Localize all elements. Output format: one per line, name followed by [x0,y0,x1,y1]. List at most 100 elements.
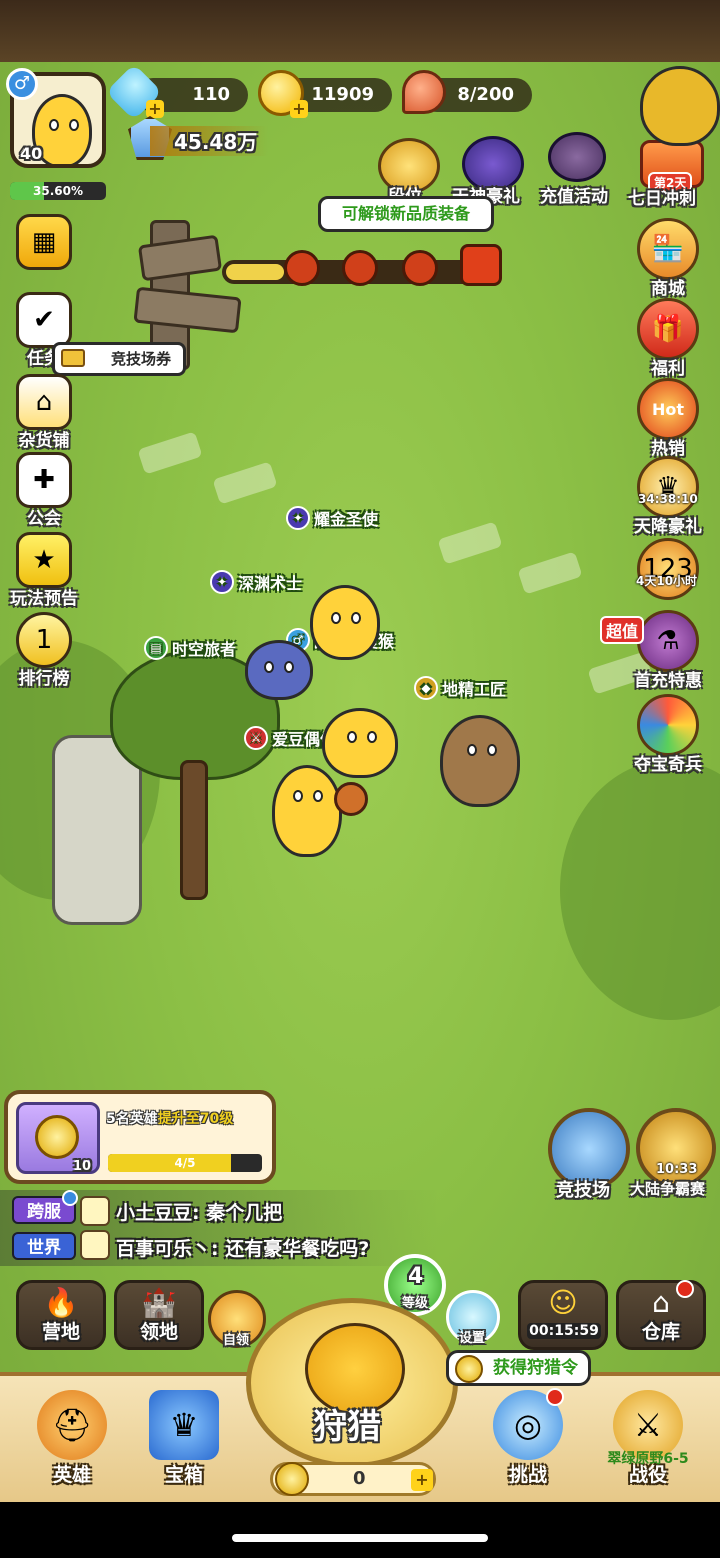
hero-label: ▤ 时空旅者 [144,636,236,660]
stamina-value: 8/200 [457,84,514,105]
hero-character[interactable] [272,765,342,857]
right-menu-sky-gift[interactable]: ♛ 34:38:10 天降豪礼 [620,456,716,537]
quest-text-prefix: 5名英雄 [106,1111,158,1127]
hunt-ticket-counter: 0 + [270,1462,436,1496]
game-screen: 40 ♂ 35.60% 110 + 11909 + 8/200 45.48万 段… [0,0,720,1558]
diamond-value: 110 [192,84,230,105]
super-value-badge: 超值 [600,616,645,644]
hunt-ticket-tooltip-text: 获得狩猎令 [493,1358,578,1378]
quest-progress-bar: 4/5 [108,1154,262,1172]
right-menu-store[interactable]: 🏪 商城 [620,218,716,299]
hero-character[interactable] [310,585,380,660]
chat-message: 小土豆豆: 秦个几把 [116,1202,283,1224]
hunt-button[interactable]: 狩猎 [246,1298,458,1468]
quest-panel[interactable]: 10 5名英雄提升至70级 4/5 [4,1090,276,1184]
right-menu-label: 商城 [651,279,685,299]
right-menu-treasure[interactable]: 夺宝奇兵 [620,694,716,775]
right-menu-welfare[interactable]: 🎁 福利 [620,298,716,379]
right-menu-label: 首充特惠 [634,671,702,691]
hero-character[interactable] [440,715,520,807]
left-menu-label: 排行榜 [18,669,70,689]
camp-button[interactable]: 🔥 营地 [16,1280,106,1350]
level-label: 等级 [402,1296,429,1311]
demon-chest-icon[interactable] [460,244,502,286]
arena-label: 竞技场 [556,1180,610,1201]
recharge-event-icon[interactable] [548,132,606,182]
left-menu-preview[interactable]: ★ 玩法预告 [4,532,84,609]
hero-character[interactable] [245,640,313,700]
quest-reward-count: 10 [73,1159,92,1174]
territory-button[interactable]: 🏰 领地 [114,1280,204,1350]
left-menu-ranking[interactable]: 1 排行榜 [4,612,84,689]
meat-icon [402,70,446,114]
quest-progress-text: 4/5 [174,1156,196,1170]
hero-tab[interactable]: ⛑ 英雄 [22,1390,122,1487]
equipment-progress-fill [226,264,284,280]
hero-label: ✦ 耀金圣使 [286,506,378,530]
chat-channel-world[interactable]: 世界 [12,1232,76,1260]
auto-collect-button[interactable]: 自领 [208,1290,266,1348]
add-gold-button[interactable]: + [290,100,308,118]
level-number: 4 [408,1264,424,1289]
left-menu-guild[interactable]: ✚ 公会 [4,452,84,529]
shield-class-icon: ◆ [414,676,438,700]
ranking-event-timer: 4天10小时 [636,574,698,588]
ranking-event-icon: 123 [637,538,699,600]
settings-label: 设置 [459,1331,486,1346]
basketball-icon [334,782,368,816]
menu-grid-button[interactable]: ▦ [4,214,84,270]
campaign-tab[interactable]: ⚔ 翠绿原野6-5 战役 [598,1390,698,1487]
hunt-ticket-count: 0 [353,1468,366,1489]
chest-tab-label: 宝箱 [164,1464,203,1486]
hero-character[interactable] [322,708,398,778]
chat-message: 百事可乐丶: 还有豪华餐吃吗? [116,1238,370,1260]
right-menu-hot[interactable]: Hot 热销 [620,378,716,459]
hunt-ticket-tooltip: 获得狩猎令 [446,1350,591,1386]
right-menu-ranking-event[interactable]: 123 4天10小时 [620,538,716,600]
treasure-chest-icon: ♛ [149,1390,219,1460]
left-menu-shop[interactable]: ⌂ 杂货铺 [4,374,84,451]
add-diamond-button[interactable]: + [146,100,164,118]
crown-gift-icon: ♛ [637,456,699,518]
chat-notification-dot [62,1190,78,1206]
warehouse-label: 仓库 [641,1321,680,1343]
hero-label: ✦ 深渊术士 [210,570,302,594]
guild-icon: ✚ [16,452,72,508]
challenge-tab[interactable]: ◎ 挑战 [478,1390,578,1487]
challenge-tab-label: 挑战 [508,1464,547,1486]
equipment-node-icon [342,250,378,286]
top-wood-strip [0,0,720,62]
quest-reward-box: 10 [16,1102,100,1174]
add-hunt-ticket-button[interactable]: + [411,1469,433,1491]
book-class-icon: ▤ [144,636,168,660]
exp-percent: 35.60% [33,184,83,198]
home-indicator[interactable] [232,1534,488,1542]
player-level: 40 [20,144,43,163]
hot-icon: Hot [637,378,699,440]
hot-badge: Hot [651,399,685,419]
right-menu-label: 夺宝奇兵 [634,755,702,775]
equipment-node-icon [402,250,438,286]
conquest-label: 大陆争霸赛 [630,1180,706,1198]
gold-value: 11909 [311,84,374,105]
smiley-chest-icon: ☺ [548,1286,578,1319]
task-icon: ✔ [16,292,72,348]
mage-class-icon: ✦ [286,506,310,530]
dark-grass-patch [560,760,720,1020]
gold-coin-icon [35,1115,79,1159]
timer-reward-button[interactable]: ☺ 00:15:59 [518,1280,608,1350]
right-menu-label: 天降豪礼 [634,517,702,537]
seven-day-label: 七日冲刺 [628,189,696,209]
stone-pillar [52,735,142,925]
hero-name: 耀金圣使 [314,510,379,529]
settings-button[interactable]: 设置 [446,1290,500,1346]
right-menu-label: 福利 [651,359,685,379]
quest-text: 5名英雄提升至70级 [106,1108,233,1128]
territory-label: 领地 [139,1321,178,1343]
chest-tab[interactable]: ♛ 宝箱 [134,1390,234,1487]
conquest-timer: 10:33 [656,1162,698,1177]
power-value: 45.48万 [174,130,258,154]
sky-gift-timer: 34:38:10 [638,492,698,506]
path-stone [212,461,278,505]
male-icon: ♂ [6,68,38,100]
